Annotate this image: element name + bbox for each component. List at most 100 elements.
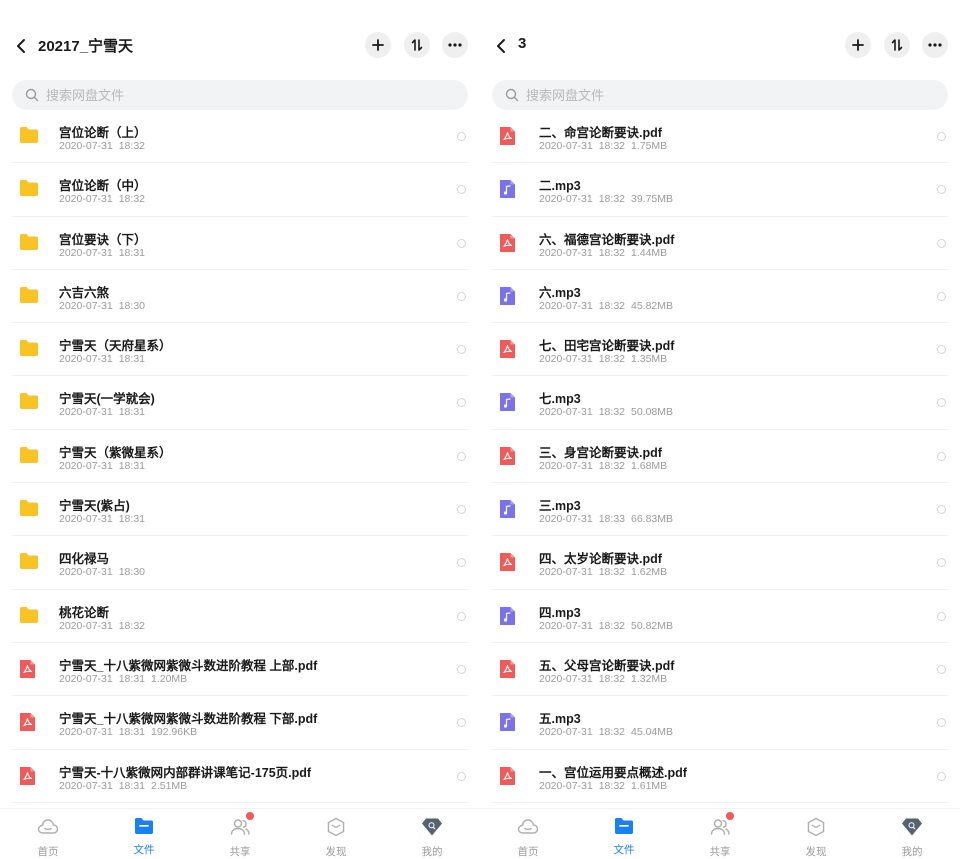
select-radio[interactable] xyxy=(457,611,466,621)
back-arrow-icon[interactable] xyxy=(492,34,512,58)
select-radio[interactable] xyxy=(457,451,466,461)
file-row[interactable]: 七、田宅宫论断要诀.pdf 2020-07-31 18:32 1.35MB xyxy=(492,323,948,377)
file-row[interactable]: 宁雪天(一学就会) 2020-07-31 18:31 xyxy=(12,376,468,430)
file-date: 2020-07-31 xyxy=(59,726,113,739)
folder-icon xyxy=(19,446,39,468)
tab-2[interactable]: 共享 xyxy=(672,809,768,858)
select-radio[interactable] xyxy=(937,291,946,301)
file-size: 192.96KB xyxy=(151,726,198,739)
select-radio[interactable] xyxy=(937,611,946,621)
file-row[interactable]: 二.mp3 2020-07-31 18:32 39.75MB xyxy=(492,163,948,217)
add-button[interactable] xyxy=(365,32,391,58)
sort-button[interactable] xyxy=(884,32,910,58)
more-button[interactable] xyxy=(922,32,948,58)
box-icon xyxy=(806,817,826,842)
file-row[interactable]: 六.mp3 2020-07-31 18:32 45.82MB xyxy=(492,270,948,324)
file-row[interactable]: 六吉六煞 2020-07-31 18:30 xyxy=(12,270,468,324)
file-row[interactable]: 三.mp3 2020-07-31 18:33 66.83MB xyxy=(492,483,948,537)
file-size: 1.68MB xyxy=(631,459,668,472)
tab-4[interactable]: 我的 xyxy=(864,809,960,858)
select-radio[interactable] xyxy=(937,771,946,781)
file-row[interactable]: 一、宫位运用要点概述.pdf 2020-07-31 18:32 1.61MB xyxy=(492,750,948,803)
select-radio[interactable] xyxy=(937,664,946,674)
search-bar[interactable] xyxy=(492,80,948,110)
select-radio[interactable] xyxy=(937,505,946,515)
select-radio[interactable] xyxy=(937,451,946,461)
audio-file-icon xyxy=(499,286,519,308)
more-button[interactable] xyxy=(442,32,468,58)
tab-3[interactable]: 发现 xyxy=(768,809,864,858)
file-size: 2.51MB xyxy=(151,779,188,792)
file-row[interactable]: 四化禄马 2020-07-31 18:30 xyxy=(12,536,468,590)
file-browser-screen-left: 20217_宁雪天 宫位论断（上）2020-07-3118:32宫位论断（中）2… xyxy=(0,0,480,858)
file-date: 2020-07-31 xyxy=(59,246,113,259)
file-row[interactable]: 宁雪天_十八紫微网紫微斗数进阶教程 上部.pdf 2020-07-31 18:31 1… xyxy=(12,643,468,697)
file-row[interactable]: 宫位要诀（下） 2020-07-31 18:31 xyxy=(12,217,468,270)
file-size: 1.32MB xyxy=(631,672,668,685)
file-row[interactable]: 六、福德宫论断要诀.pdf 2020-07-31 18:32 1.44MB xyxy=(492,217,948,270)
file-row[interactable]: 四、太岁论断要诀.pdf 2020-07-31 18:32 1.62MB xyxy=(492,536,948,590)
back-arrow-icon[interactable] xyxy=(12,34,32,58)
file-row[interactable]: 宁雪天_十八紫微网紫微斗数进阶教程 下部.pdf 2020-07-31 18:31 1… xyxy=(12,696,468,750)
file-row[interactable]: 宁雪天（天府星系） 2020-07-31 18:31 xyxy=(12,323,468,377)
folder-icon xyxy=(19,499,39,521)
search-bar[interactable] xyxy=(12,80,468,110)
file-row[interactable]: 四.mp3 2020-07-31 18:32 50.82MB xyxy=(492,590,948,643)
select-radio[interactable] xyxy=(457,345,466,355)
select-radio[interactable] xyxy=(457,505,466,515)
file-name: 宁雪天（紫微星系） xyxy=(59,445,172,460)
select-radio[interactable] xyxy=(457,664,466,674)
file-row[interactable]: 五、父母宫论断要诀.pdf 2020-07-31 18:32 1.32MB xyxy=(492,643,948,697)
select-radio[interactable] xyxy=(457,291,466,301)
bottom-tab-bar: 首页 文件 共享 发现 我的 xyxy=(0,808,480,858)
file-row[interactable]: 桃花论断 2020-07-31 18:32 xyxy=(12,590,468,643)
file-row[interactable]: 宁雪天(紫占) 2020-07-31 18:31 xyxy=(12,483,468,537)
file-meta: 2020-07-31 18:33 66.83MB xyxy=(539,513,679,525)
select-radio[interactable] xyxy=(457,398,466,408)
select-radio[interactable] xyxy=(457,558,466,568)
select-radio[interactable] xyxy=(457,132,466,141)
search-input[interactable] xyxy=(526,80,926,110)
file-row[interactable]: 宁雪天（紫微星系） 2020-07-31 18:31 xyxy=(12,430,468,484)
file-date: 2020-07-31 xyxy=(59,299,113,312)
sort-button[interactable] xyxy=(404,32,430,58)
select-radio[interactable] xyxy=(457,718,466,728)
file-row[interactable]: 宫位论断（上） 2020-07-31 18:32 xyxy=(12,110,468,164)
tab-1[interactable]: 文件 xyxy=(96,809,192,856)
select-radio[interactable] xyxy=(937,558,946,568)
select-radio[interactable] xyxy=(937,398,946,408)
file-meta: 2020-07-31 18:32 xyxy=(59,140,151,152)
file-name: 三.mp3 xyxy=(539,499,581,514)
file-size: 1.61MB xyxy=(631,779,668,792)
file-row[interactable]: 五.mp3 2020-07-31 18:32 45.04MB xyxy=(492,696,948,750)
select-radio[interactable] xyxy=(937,185,946,195)
file-row[interactable]: 宁雪天-十八紫微网内部群讲课笔记-175页.pdf 2020-07-31 18:31… xyxy=(12,750,468,803)
select-radio[interactable] xyxy=(457,238,466,248)
search-input[interactable] xyxy=(46,80,446,110)
add-button[interactable] xyxy=(845,32,871,58)
file-row[interactable]: 三、身宫论断要诀.pdf 2020-07-31 18:32 1.68MB xyxy=(492,430,948,484)
file-row[interactable]: 宫位论断（中） 2020-07-31 18:32 xyxy=(12,163,468,217)
tab-0[interactable]: 首页 xyxy=(480,809,576,858)
tab-1[interactable]: 文件 xyxy=(576,809,672,856)
file-row[interactable]: 七.mp3 2020-07-31 18:32 50.08MB xyxy=(492,376,948,430)
select-radio[interactable] xyxy=(457,771,466,781)
select-radio[interactable] xyxy=(937,238,946,248)
tab-2[interactable]: 共享 xyxy=(192,809,288,858)
file-meta: 2020-07-31 18:32 50.08MB xyxy=(539,406,679,418)
tab-label: 首页 xyxy=(517,846,539,858)
file-date: 2020-07-31 xyxy=(59,140,113,152)
select-radio[interactable] xyxy=(937,345,946,355)
file-date: 2020-07-31 xyxy=(59,193,113,206)
file-name: 四化禄马 xyxy=(59,552,110,567)
tab-4[interactable]: 我的 xyxy=(384,809,480,858)
file-meta: 2020-07-31 18:31 xyxy=(59,513,151,525)
audio-file-icon xyxy=(499,499,519,521)
select-radio[interactable] xyxy=(937,132,946,141)
select-radio[interactable] xyxy=(457,185,466,195)
select-radio[interactable] xyxy=(937,718,946,728)
tab-0[interactable]: 首页 xyxy=(0,809,96,858)
file-row[interactable]: 二、命宫论断要诀.pdf 2020-07-31 18:32 1.75MB xyxy=(492,110,948,164)
file-name: 宫位论断（上） xyxy=(59,126,147,140)
tab-3[interactable]: 发现 xyxy=(288,809,384,858)
